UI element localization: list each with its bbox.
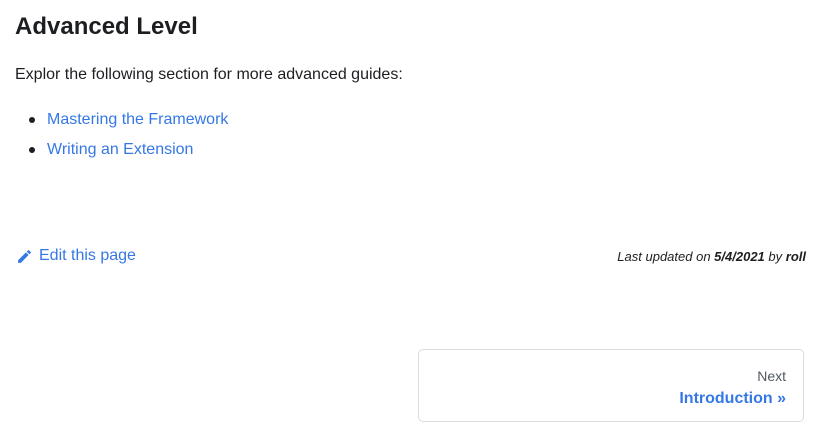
- bullet-icon: [29, 147, 35, 153]
- last-updated-by: by: [768, 249, 783, 264]
- last-updated-author: roll: [785, 249, 806, 264]
- pencil-icon: [18, 249, 31, 263]
- next-page-title: Introduction »: [679, 390, 786, 407]
- page-title: Advanced Level: [15, 13, 198, 40]
- last-updated-prefix: Last updated on: [617, 249, 711, 264]
- last-updated: Last updated on 5/4/2021 by roll: [617, 247, 806, 267]
- list-item: Writing an Extension: [15, 138, 228, 168]
- guide-link-mastering-framework[interactable]: Mastering the Framework: [47, 111, 228, 128]
- edit-page-label: Edit this page: [39, 247, 136, 264]
- list-item: Mastering the Framework: [15, 108, 228, 138]
- bullet-icon: [29, 117, 35, 123]
- intro-text: Explor the following section for more ad…: [15, 66, 403, 83]
- guide-link-writing-extension[interactable]: Writing an Extension: [47, 141, 193, 158]
- next-page-button[interactable]: Next Introduction »: [418, 349, 804, 422]
- next-sublabel: Next: [757, 368, 786, 384]
- guide-list: Mastering the Framework Writing an Exten…: [15, 108, 228, 168]
- edit-page-link[interactable]: Edit this page: [16, 244, 136, 268]
- last-updated-date: 5/4/2021: [714, 249, 765, 264]
